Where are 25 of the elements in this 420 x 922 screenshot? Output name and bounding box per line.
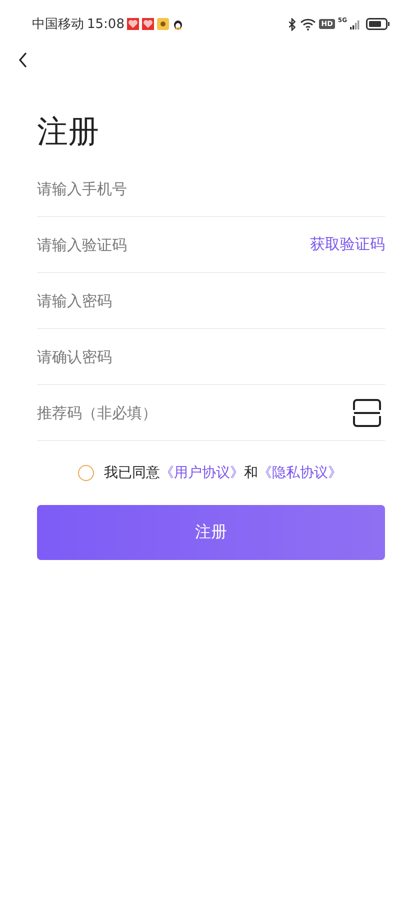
privacy-policy-link[interactable]: 《隐私协议》 [258, 464, 342, 482]
register-button[interactable]: 注册 [37, 505, 385, 560]
agree-checkbox[interactable] [78, 465, 94, 481]
clock: 15:08 [87, 16, 124, 32]
back-icon[interactable] [18, 52, 28, 68]
user-agreement-link[interactable]: 《用户协议》 [160, 464, 244, 482]
scan-icon[interactable] [353, 398, 381, 426]
get-code-link[interactable]: 获取验证码 [310, 235, 385, 254]
input-field[interactable]: 请确认密码 [37, 348, 385, 366]
input-field[interactable]: 请输入手机号 [37, 180, 385, 198]
page-title: 注册 [37, 113, 100, 152]
signal-icon [350, 18, 360, 30]
penguin-icon [172, 18, 184, 30]
battery-icon [366, 18, 390, 30]
heart-app-icon [142, 18, 154, 30]
camera-app-icon [157, 18, 170, 30]
heart-app-icon [127, 18, 140, 30]
bluetooth-icon [287, 18, 298, 30]
input-field[interactable]: 推荐码（非必填） [37, 404, 353, 422]
agreement-text: 我已同意 [104, 464, 160, 482]
input-field[interactable]: 请输入验证码 [37, 236, 310, 254]
carrier: 中国移动 [32, 16, 84, 33]
input-field[interactable]: 请输入密码 [37, 292, 385, 310]
wifi-icon [300, 18, 316, 30]
conjunction-text: 和 [244, 464, 258, 482]
